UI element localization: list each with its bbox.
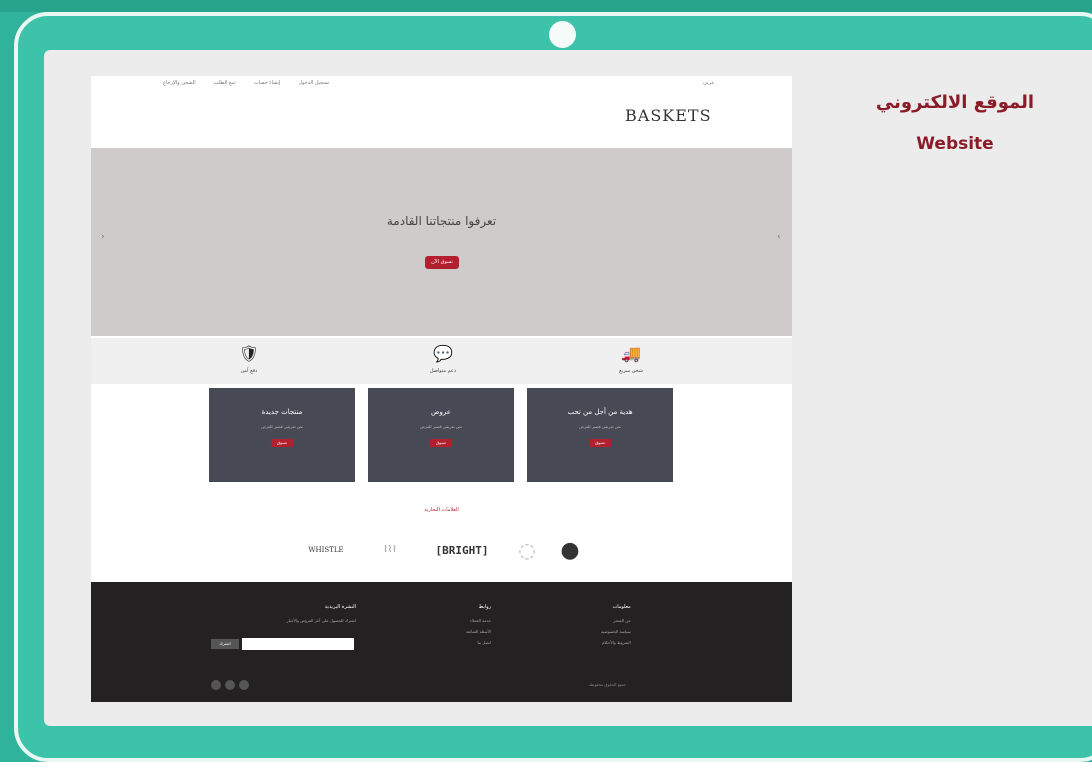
nav-link[interactable]: الشحن والإرجاع	[163, 80, 196, 86]
footer-link[interactable]: اتصل بنا	[466, 640, 491, 645]
card-title: منتجات جديدة	[261, 408, 303, 416]
language-link[interactable]: عربي	[703, 80, 714, 86]
hero-title: تعرفوا منتجاتنا القادمة	[386, 214, 497, 228]
feature-item: 🛡 دفع آمن	[209, 344, 289, 374]
footer-heading: النشرة البريدية	[324, 604, 356, 610]
footer-heading: معلومات	[612, 604, 631, 610]
subscribe-button[interactable]: اشترك	[211, 639, 239, 649]
feature-label: شحن سريع	[619, 368, 643, 374]
feature-label: دفع آمن	[240, 368, 258, 374]
feature-label: دعم متواصل	[429, 368, 457, 374]
footer-heading: روابط	[478, 604, 491, 610]
top-band	[0, 0, 1092, 12]
footer-link[interactable]: الأسئلة الشائعة	[466, 629, 491, 634]
card-title: عروض	[431, 408, 451, 416]
card-desc: نص تعريفي قصير للعرض	[579, 424, 621, 429]
slide-title-english: Website	[916, 134, 994, 154]
site-footer: معلومات عن المتجر سياسة الخصوصية الشروط …	[91, 582, 792, 702]
copyright-text: جميع الحقوق محفوظة	[589, 682, 626, 687]
card-desc: نص تعريفي قصير للعرض	[420, 424, 462, 429]
hero-banner: ‹ › تعرفوا منتجاتنا القادمة تسوق الآن	[91, 148, 792, 336]
promo-card: هدية من أجل من تحب نص تعريفي قصير للعرض …	[527, 388, 673, 482]
card-desc: نص تعريفي قصير للعرض	[261, 424, 303, 429]
brand-logo[interactable]: ⌇⌇⌇	[369, 538, 411, 562]
promo-card: منتجات جديدة نص تعريفي قصير للعرض تسوق	[209, 388, 355, 482]
footer-link[interactable]: خدمة العملاء	[466, 618, 491, 623]
top-nav-links: تسجيل الدخول إنشاء حساب تتبع الطلب الشحن…	[163, 80, 329, 86]
social-icon[interactable]	[225, 680, 235, 690]
footer-link[interactable]: الشروط والأحكام	[601, 640, 631, 645]
card-button[interactable]: تسوق	[430, 439, 452, 447]
hero-shop-button[interactable]: تسوق الآن	[425, 256, 459, 269]
camera-dot	[549, 21, 576, 48]
nav-link[interactable]: تسجيل الدخول	[298, 80, 329, 86]
card-title: هدية من أجل من تحب	[567, 408, 633, 416]
social-icon[interactable]	[239, 680, 249, 690]
shield-icon: 🛡	[238, 344, 259, 363]
social-links	[211, 680, 249, 690]
next-arrow-icon[interactable]: ›	[777, 232, 781, 242]
brand-logo[interactable]: ◌	[511, 538, 543, 562]
footer-link[interactable]: عن المتجر	[601, 618, 630, 623]
footer-col: النشرة البريدية اشترك للحصول على آخر الع…	[211, 604, 356, 629]
footer-col: روابط خدمة العملاء الأسئلة الشائعة اتصل …	[466, 604, 491, 651]
site-logo[interactable]: BASKETS	[625, 106, 712, 125]
footer-col: معلومات عن المتجر سياسة الخصوصية الشروط …	[601, 604, 631, 651]
card-button[interactable]: تسوق	[271, 439, 293, 447]
brands-heading: العلامات التجارية	[424, 507, 459, 513]
social-icon[interactable]	[211, 680, 221, 690]
nav-link[interactable]: تتبع الطلب	[214, 80, 236, 86]
website-preview: عربي تسجيل الدخول إنشاء حساب تتبع الطلب …	[91, 76, 792, 702]
nav-link[interactable]: إنشاء حساب	[254, 80, 281, 86]
footer-text: اشترك للحصول على آخر العروض والأخبار	[286, 618, 356, 623]
newsletter-email-input[interactable]	[242, 638, 354, 650]
brand-logo[interactable]: ●	[557, 538, 583, 563]
footer-link[interactable]: سياسة الخصوصية	[601, 629, 631, 634]
feature-item: 🚚 شحن سريع	[591, 344, 671, 374]
slide-title-arabic: الموقع الالكتروني	[875, 92, 1035, 113]
feature-item: 💬 دعم متواصل	[403, 344, 483, 374]
truck-icon: 🚚	[621, 344, 641, 363]
card-button[interactable]: تسوق	[589, 439, 611, 447]
prev-arrow-icon[interactable]: ‹	[101, 232, 105, 242]
features-bar: 🚚 شحن سريع 💬 دعم متواصل 🛡 دفع آمن	[91, 338, 792, 384]
top-nav: عربي تسجيل الدخول إنشاء حساب تتبع الطلب …	[91, 76, 792, 96]
promo-card: عروض نص تعريفي قصير للعرض تسوق	[368, 388, 514, 482]
brand-logo[interactable]: WHISTLE	[299, 538, 353, 562]
chat-icon: 💬	[433, 344, 453, 363]
brand-logo[interactable]: [BRIGHT]	[426, 538, 498, 562]
